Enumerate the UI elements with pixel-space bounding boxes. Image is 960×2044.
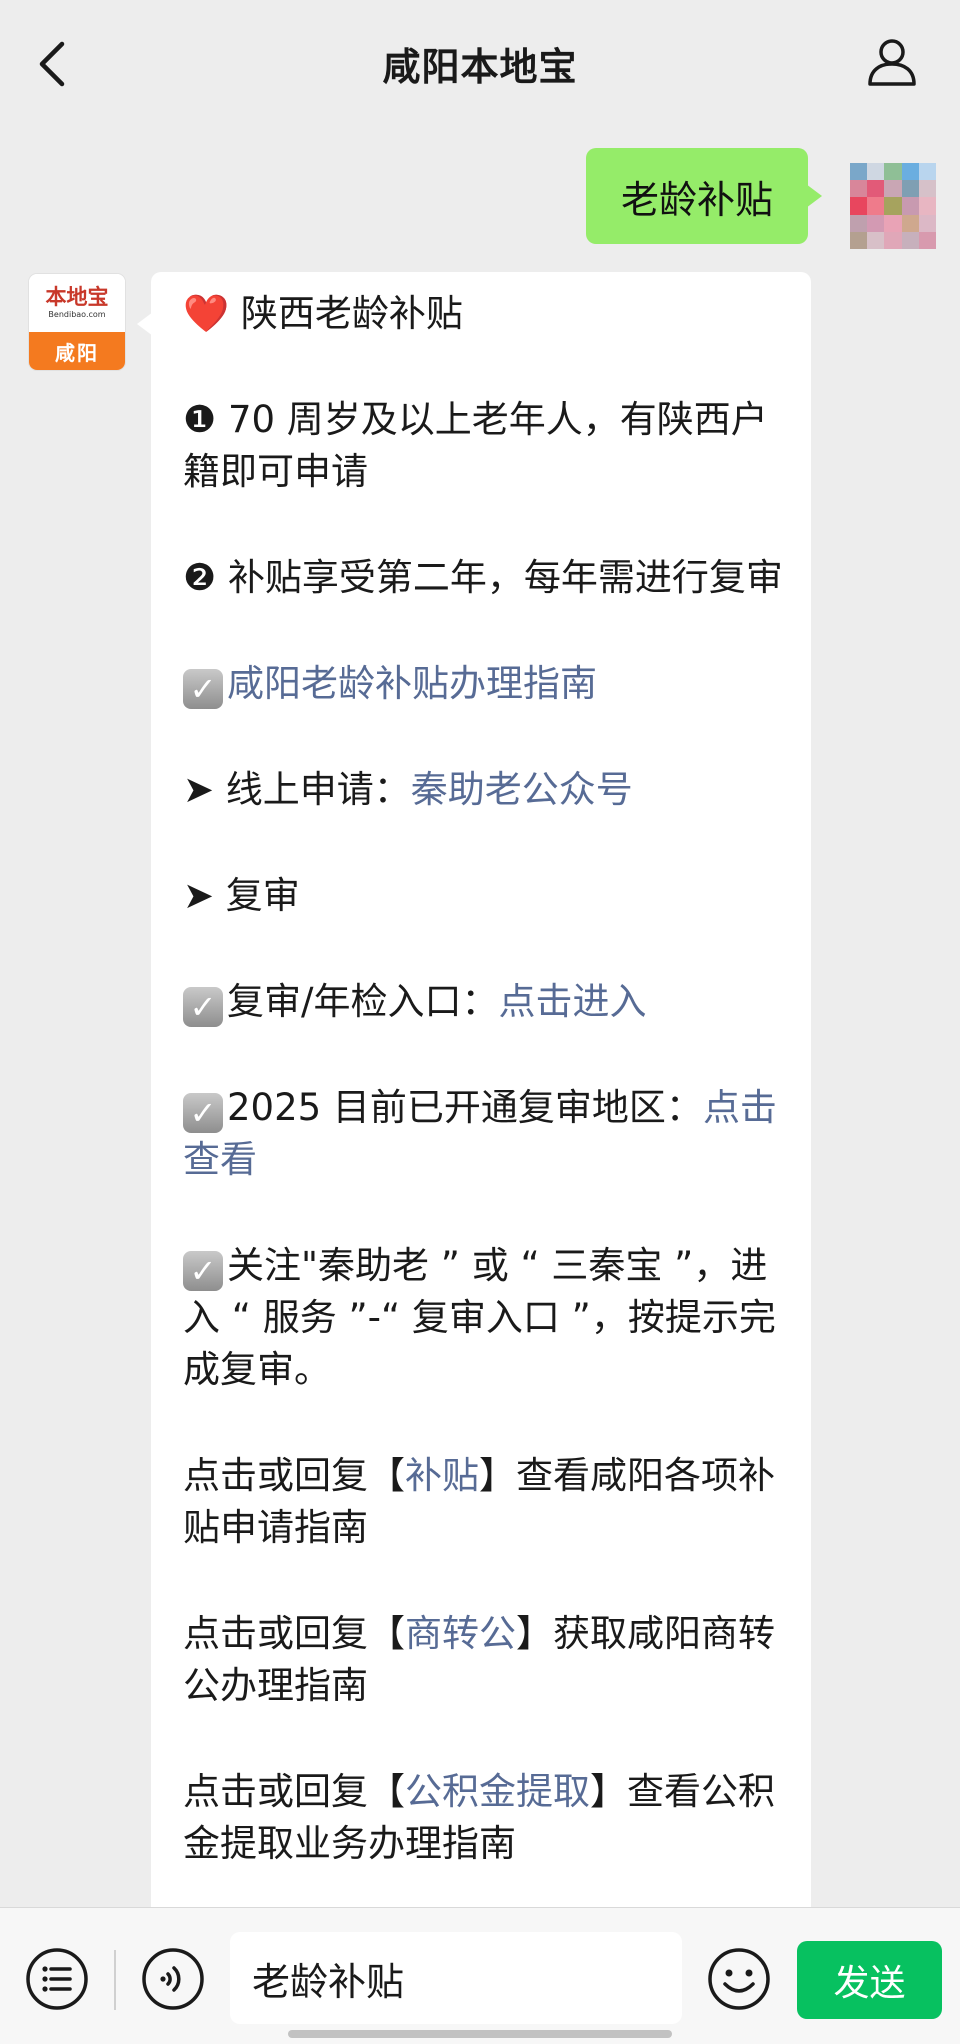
input-bar-divider bbox=[114, 1950, 116, 2010]
home-indicator bbox=[288, 2030, 672, 2038]
user-avatar[interactable] bbox=[850, 163, 936, 249]
nav-header: 咸阳本地宝 bbox=[0, 0, 960, 122]
logo-site-text: Bendibao.com bbox=[48, 310, 106, 319]
regions-label: 2025 目前已开通复审地区： bbox=[227, 1086, 703, 1129]
guide-link[interactable]: 咸阳老龄补贴办理指南 bbox=[227, 662, 597, 705]
online-apply-line: ➤ 线上申请：秦助老公众号 bbox=[183, 764, 793, 816]
reply-prefix: 点击或回复【 bbox=[183, 1770, 405, 1813]
follow-line: ✓ 关注"秦助老 ” 或 “ 三秦宝 ”，进入 “ 服务 ”-“ 复审入口 ”，按… bbox=[183, 1240, 793, 1396]
outgoing-message-bubble[interactable]: 老龄补贴 bbox=[586, 148, 822, 244]
point-1-text: 70 周岁及以上老年人，有陕西户籍即可申请 bbox=[183, 398, 768, 493]
point-2: ❷ 补贴享受第二年，每年需进行复审 bbox=[183, 552, 793, 604]
review-entry-link[interactable]: 点击进入 bbox=[498, 980, 646, 1023]
incoming-message-text: ❤️ 陕西老龄补贴 ❶ 70 周岁及以上老年人，有陕西户籍即可申请 ❷ 补贴享受… bbox=[183, 288, 793, 1924]
logo-city-text: 咸阳 bbox=[29, 332, 125, 370]
guide-line: ✓ 咸阳老龄补贴办理指南 bbox=[183, 658, 793, 710]
review-entry-label: 复审/年检入口： bbox=[227, 980, 499, 1023]
official-account-avatar[interactable]: 本地宝 Bendibao.com 咸阳 bbox=[29, 274, 125, 370]
person-icon[interactable] bbox=[864, 34, 920, 90]
message-input[interactable] bbox=[230, 1932, 682, 2024]
message-title: 陕西老龄补贴 bbox=[240, 292, 463, 335]
point-2-text: 补贴享受第二年，每年需进行复审 bbox=[227, 556, 783, 599]
voice-icon[interactable] bbox=[140, 1946, 206, 2012]
checkmark-icon: ✓ bbox=[183, 669, 223, 709]
review-entry-line: ✓ 复审/年检入口：点击进入 bbox=[183, 976, 793, 1028]
regions-line: ✓ 2025 目前已开通复审地区：点击查看 bbox=[183, 1082, 793, 1186]
online-apply-link[interactable]: 秦助老公众号 bbox=[411, 768, 633, 811]
list-menu-icon[interactable] bbox=[24, 1946, 90, 2012]
number-2-icon: ❷ bbox=[183, 556, 217, 599]
housing-fund-keyword-link[interactable]: 公积金提取 bbox=[405, 1770, 590, 1813]
send-button[interactable]: 发送 bbox=[797, 1941, 942, 2019]
checkmark-icon: ✓ bbox=[183, 987, 223, 1027]
input-bar: 发送 bbox=[0, 1907, 960, 2044]
outgoing-message-text: 老龄补贴 bbox=[620, 177, 773, 222]
reply-prefix: 点击或回复【 bbox=[183, 1612, 405, 1655]
heart-icon: ❤️ bbox=[183, 292, 230, 335]
checkmark-icon: ✓ bbox=[183, 1093, 223, 1133]
emoji-icon[interactable] bbox=[706, 1946, 772, 2012]
number-1-icon: ❶ bbox=[183, 398, 217, 441]
review-heading: ➤ 复审 bbox=[183, 874, 300, 917]
reply-subsidy-line: 点击或回复【补贴】查看咸阳各项补贴申请指南 bbox=[183, 1450, 793, 1554]
loan-transfer-keyword-link[interactable]: 商转公 bbox=[405, 1612, 516, 1655]
subsidy-keyword-link[interactable]: 补贴 bbox=[405, 1454, 479, 1497]
follow-text: 关注"秦助老 ” 或 “ 三秦宝 ”，进入 “ 服务 ”-“ 复审入口 ”，按提… bbox=[183, 1244, 776, 1391]
checkmark-icon: ✓ bbox=[183, 1251, 223, 1291]
online-apply-label: ➤ 线上申请： bbox=[183, 768, 411, 811]
reply-loan-line: 点击或回复【商转公】获取咸阳商转公办理指南 bbox=[183, 1608, 793, 1712]
logo-top: 本地宝 Bendibao.com bbox=[29, 274, 125, 332]
page-title: 咸阳本地宝 bbox=[382, 45, 578, 89]
message-title-line: ❤️ 陕西老龄补贴 bbox=[183, 288, 793, 340]
reply-prefix: 点击或回复【 bbox=[183, 1454, 405, 1497]
logo-brand-text: 本地宝 bbox=[45, 284, 109, 309]
point-1: ❶ 70 周岁及以上老年人，有陕西户籍即可申请 bbox=[183, 394, 793, 498]
reply-fund-line: 点击或回复【公积金提取】查看公积金提取业务办理指南 bbox=[183, 1766, 793, 1870]
